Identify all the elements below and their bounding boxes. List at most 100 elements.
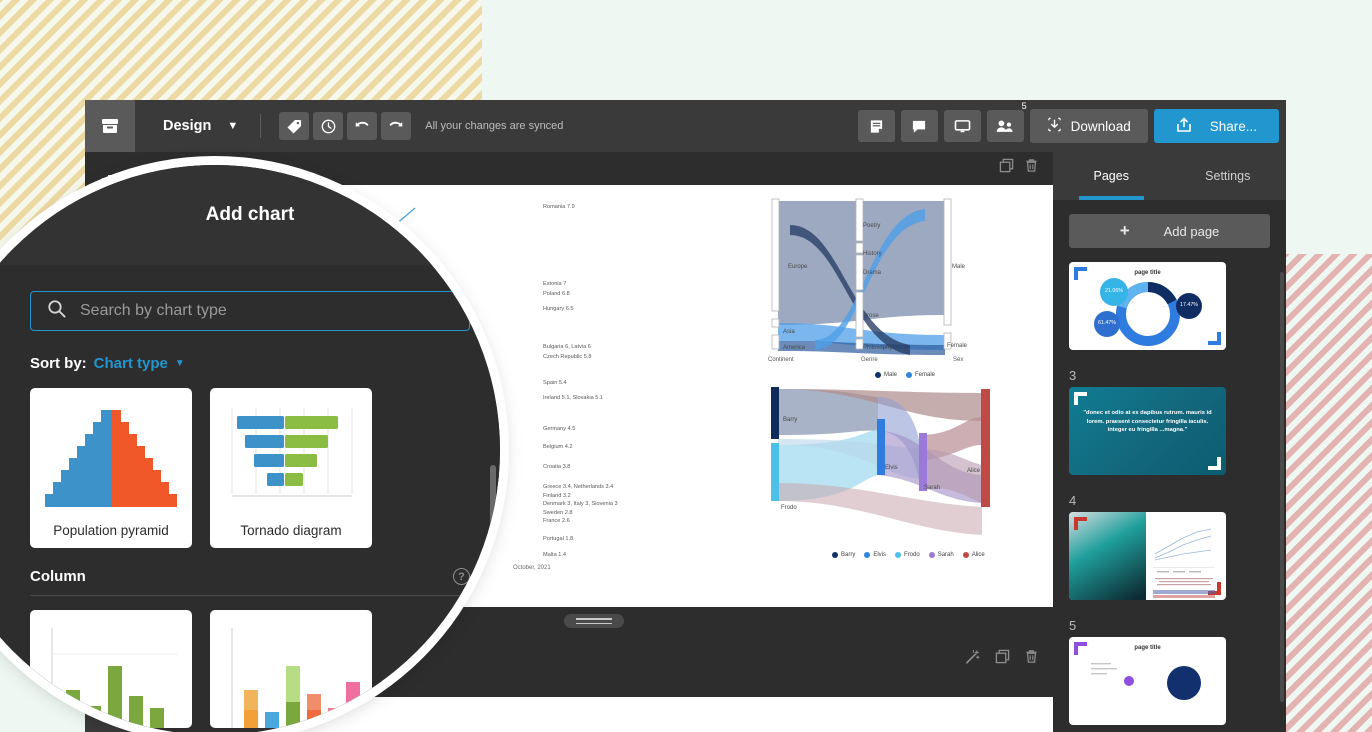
legend-item: Elvis	[864, 552, 886, 558]
undo-icon[interactable]	[347, 112, 378, 140]
add-page-button[interactable]: + Add page	[1069, 214, 1270, 248]
page-list-scrollbar[interactable]	[1280, 272, 1284, 702]
slope-label: Spain 5.4	[543, 380, 567, 386]
comment-icon[interactable]	[900, 110, 938, 142]
history-clock-icon[interactable]	[313, 112, 344, 140]
column-chart-cards	[30, 610, 470, 728]
page-resize-handle[interactable]	[564, 614, 624, 628]
population-pyramid-preview	[38, 398, 184, 516]
slope-label: Estonia 7	[543, 281, 567, 287]
chart-card-stacked-column[interactable]	[210, 610, 372, 728]
redo-icon[interactable]	[381, 112, 412, 140]
help-icon[interactable]: ?	[453, 568, 470, 585]
sankey-node-label: Asia	[783, 329, 795, 335]
sort-by-label: Sort by:	[30, 355, 87, 372]
sankey-node-label: America	[783, 345, 806, 351]
sankey-node-label: Philosophy	[863, 345, 893, 351]
collaborators-icon[interactable]: 5	[986, 101, 1027, 142]
slope-label: Romania 7.9	[543, 204, 575, 210]
chart-card-column[interactable]	[30, 610, 192, 728]
chart-card-population-pyramid[interactable]: Population pyramid	[30, 388, 192, 548]
add-page-label: Add page	[1163, 223, 1220, 239]
sankey-top-graphic	[771, 198, 952, 355]
corner-marker	[1208, 457, 1221, 470]
list-item[interactable]: 5 page title	[1069, 618, 1270, 725]
legend-swatch	[832, 552, 838, 558]
legend-item: Frodo	[895, 552, 920, 558]
archive-box-icon[interactable]	[85, 100, 135, 152]
list-item[interactable]: 3 "donec et odio at ex dapibus rutrum. m…	[1069, 368, 1270, 475]
chart-search-placeholder: Search by chart type	[80, 302, 227, 319]
chart-card-label: Tornado diagram	[240, 523, 342, 538]
legend-item: Female	[906, 372, 935, 378]
add-chart-header: Add chart ❯	[0, 165, 500, 265]
sankey-axis-label: Sex	[953, 357, 964, 363]
legend-swatch	[928, 552, 935, 558]
slope-label: Ireland 5.1, Slovakia 5.1	[543, 395, 604, 401]
legend-label: Male	[884, 372, 898, 378]
tag-icon[interactable]	[279, 112, 310, 140]
sankey-node-label: Sarah	[924, 485, 941, 491]
sankey-node-label: Barry	[783, 417, 798, 423]
delete-icon[interactable]	[1024, 649, 1039, 670]
tab-settings[interactable]: Settings	[1170, 152, 1287, 200]
page-thumbnail[interactable]: page title 21.06% 17.47% 61.47%	[1069, 262, 1226, 350]
download-label: Download	[1070, 118, 1131, 134]
right-panel-tabs: Pages Settings	[1053, 152, 1286, 200]
duplicate-icon[interactable]	[995, 649, 1010, 670]
list-item[interactable]: page title 21.06% 17.47% 61.47%	[1069, 262, 1270, 350]
share-icon	[1176, 117, 1192, 136]
download-button[interactable]: Download	[1029, 109, 1148, 143]
tab-pages[interactable]: Pages	[1053, 152, 1170, 200]
sankey-node-label: Poetry	[863, 223, 881, 229]
delete-icon[interactable]	[1024, 158, 1039, 178]
page-thumbnail[interactable]: page title	[1069, 637, 1226, 725]
legend-label: Sarah	[937, 552, 954, 558]
magic-wand-icon[interactable]	[965, 649, 981, 670]
sankey-node-label: History	[863, 251, 882, 257]
legend-item: Alice	[962, 552, 985, 558]
plus-icon: +	[1119, 221, 1130, 240]
chart-card-tornado-diagram[interactable]: Tornado diagram	[210, 388, 372, 548]
background-stripes-right	[1278, 254, 1372, 732]
sankey-node-label: Alice	[967, 468, 981, 474]
sort-by-control[interactable]: Sort by: Chart type ▼	[30, 355, 470, 372]
slope-label: Czech Republic 5.8	[543, 354, 592, 360]
sankey-node-label: Elvis	[885, 465, 898, 471]
corner-marker	[1074, 517, 1087, 530]
slope-label: Denmark 3, Italy 3, Slovenia 3	[543, 501, 618, 507]
magnifier-lens: Add chart ❯ Search by chart type Sort by…	[0, 165, 500, 732]
design-mode-selector[interactable]: Design ▼	[163, 118, 238, 134]
notes-icon[interactable]	[857, 110, 895, 142]
slope-label: Malta 1.4	[543, 552, 567, 558]
sankey-node-label: Female	[947, 343, 968, 349]
section-header-column: Column ?	[30, 568, 470, 596]
sankey-axis-label: Continent	[768, 357, 794, 363]
stacked-column-chart-preview	[218, 620, 364, 728]
legend-label: Alice	[971, 552, 985, 558]
panel-scrollbar[interactable]	[490, 465, 496, 655]
page-thumbnail[interactable]	[1069, 512, 1226, 600]
list-item[interactable]: 4	[1069, 493, 1270, 600]
share-label: Share...	[1209, 118, 1257, 134]
slope-label: Finland 3.2	[543, 493, 571, 499]
duplicate-icon[interactable]	[999, 158, 1014, 178]
legend-label: Elvis	[873, 552, 887, 558]
share-button[interactable]: Share...	[1153, 109, 1279, 143]
toolbar-tools	[279, 112, 412, 140]
slope-label: Bulgaria 6, Latvia 6	[543, 344, 591, 350]
top-toolbar-right: 5 Download Share...	[857, 100, 1279, 152]
column-chart-preview	[38, 620, 184, 728]
slope-label: Hungary 6.5	[543, 306, 574, 312]
page-thumbnail[interactable]: "donec et odio at ex dapibus rutrum. mau…	[1069, 387, 1226, 475]
canvas-bottom-tools	[965, 649, 1039, 670]
present-icon[interactable]	[943, 110, 981, 142]
slope-label: Portugal 1.8	[543, 536, 574, 542]
close-icon[interactable]: ❯	[455, 203, 472, 228]
sort-by-value: Chart type	[93, 355, 168, 372]
thumbnail-quote-text: "donec et odio at ex dapibus rutrum. mau…	[1083, 410, 1212, 434]
chart-search-field[interactable]: Search by chart type	[30, 291, 470, 331]
sankey-node-label: Drama	[863, 270, 882, 276]
legend-item: Male	[875, 372, 897, 378]
toolbar-divider	[260, 114, 262, 138]
